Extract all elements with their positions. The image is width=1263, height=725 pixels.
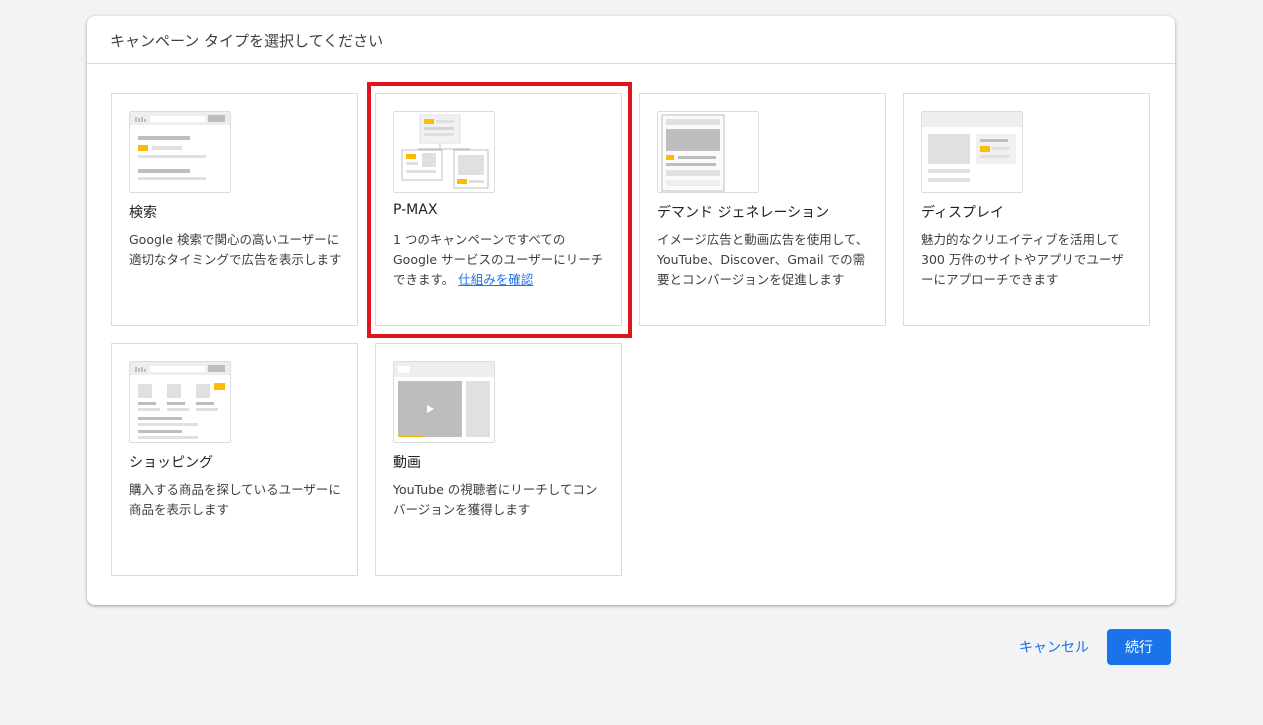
card-description: イメージ広告と動画広告を使用して、YouTube、Discover、Gmail …: [657, 232, 869, 287]
shopping-illustration-icon: [129, 361, 231, 443]
card-title: P-MAX: [393, 202, 438, 218]
card-description: 魅力的なクリエイティブを活用して 300 万件のサイトやアプリでユーザーにアプロ…: [921, 232, 1124, 287]
demand-gen-illustration-icon: [657, 111, 759, 193]
card-description: YouTube の視聴者にリーチしてコンバージョンを獲得します: [393, 482, 598, 517]
card-description: Google 検索で関心の高いユーザーに適切なタイミングで広告を表示します: [129, 232, 342, 267]
campaign-type-card-demand-gen[interactable]: デマンド ジェネレーション イメージ広告と動画広告を使用して、YouTube、D…: [639, 93, 886, 326]
continue-button[interactable]: 続行: [1107, 629, 1171, 665]
campaign-type-card-search[interactable]: 検索 Google 検索で関心の高いユーザーに適切なタイミングで広告を表示します: [111, 93, 358, 326]
learn-how-it-works-link[interactable]: 仕組みを確認: [458, 272, 533, 287]
search-campaign-illustration-icon: [129, 111, 231, 193]
card-description: 1 つのキャンペーンですべての Google サービスのユーザーにリーチできます…: [393, 230, 607, 290]
card-title: 動画: [393, 455, 421, 471]
cancel-button[interactable]: キャンセル: [1008, 629, 1100, 665]
campaign-type-card-video[interactable]: 動画 YouTube の視聴者にリーチしてコンバージョンを獲得します: [375, 343, 622, 576]
campaign-type-card-pmax[interactable]: P-MAX 1 つのキャンペーンですべての Google サービスのユーザーにリ…: [375, 93, 622, 326]
card-title: ディスプレイ: [921, 205, 1005, 221]
card-title: 検索: [129, 205, 157, 221]
campaign-type-dialog: キャンペーン タイプを選択してください 検索 Google 検索で関心の高いユー…: [87, 16, 1175, 605]
dialog-title: キャンペーン タイプを選択してください: [87, 16, 1175, 64]
card-title: デマンド ジェネレーション: [657, 205, 830, 221]
card-description: 購入する商品を探しているユーザーに商品を表示します: [129, 482, 341, 517]
video-illustration-icon: [393, 361, 495, 443]
performance-max-illustration-icon: [393, 111, 495, 193]
campaign-type-card-shopping[interactable]: ショッピング 購入する商品を探しているユーザーに商品を表示します: [111, 343, 358, 576]
card-title: ショッピング: [129, 455, 213, 471]
campaign-type-card-display[interactable]: ディスプレイ 魅力的なクリエイティブを活用して 300 万件のサイトやアプリでユ…: [903, 93, 1150, 326]
display-illustration-icon: [921, 111, 1023, 193]
